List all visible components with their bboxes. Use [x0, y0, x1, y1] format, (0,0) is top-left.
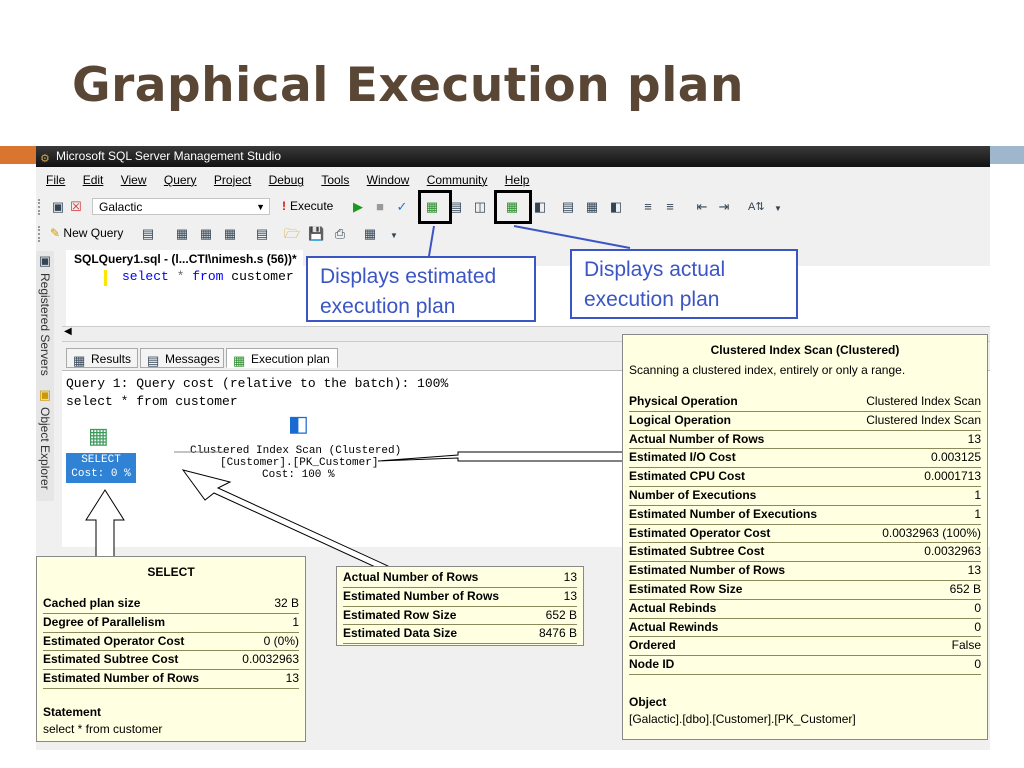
- select-tooltip-statement: select * from customer: [43, 721, 163, 736]
- connector-tooltip-row: Estimated Row Size 652 B: [343, 607, 577, 626]
- actual-callout-line2: execution plan: [584, 288, 720, 311]
- actual-callout-line: [513, 225, 631, 249]
- scan-tooltip-row: Estimated Operator Cost 0.0032963 (100%): [629, 525, 981, 544]
- select-tooltip-arrow: [85, 489, 125, 567]
- scan-tooltip-row: Actual Rebinds 0: [629, 600, 981, 619]
- scan-tooltip-description: Scanning a clustered index, entirely or …: [629, 363, 906, 377]
- scan-tooltip-row: Number of Executions 1: [629, 487, 981, 506]
- scan-tooltip-row: Estimated Number of Rows 13: [629, 562, 981, 581]
- connector-tooltip-row: Actual Number of Rows 13: [343, 569, 577, 588]
- select-tooltip-row: Estimated Operator Cost 0 (0%): [43, 633, 299, 652]
- connector-tooltip: Actual Number of Rows 13 Estimated Number…: [336, 566, 584, 646]
- estimated-callout-line1: Displays estimated: [320, 265, 497, 288]
- scan-tooltip: Clustered Index Scan (Clustered) Scannin…: [622, 334, 988, 740]
- scan-tooltip-row: Logical Operation Clustered Index Scan: [629, 412, 981, 431]
- estimated-plan-callout: Displays estimated execution plan: [306, 256, 536, 322]
- scan-tooltip-row: Estimated I/O Cost 0.003125: [629, 449, 981, 469]
- actual-plan-callout: Displays actual execution plan: [570, 249, 798, 319]
- scan-tooltip-row: Ordered False: [629, 637, 981, 657]
- scan-tooltip-object-heading: Object: [629, 694, 667, 709]
- scan-tooltip-row: Estimated CPU Cost 0.0001713: [629, 468, 981, 487]
- scan-tooltip-row: Estimated Number of Executions 1: [629, 506, 981, 525]
- estimated-callout-line2: execution plan: [320, 295, 456, 318]
- select-tooltip: SELECT Cached plan size 32 B Degree of Pa…: [36, 556, 306, 742]
- actual-callout-line1: Displays actual: [584, 258, 726, 281]
- connector-tooltip-row: Estimated Number of Rows 13: [343, 588, 577, 607]
- scan-tooltip-row: Actual Rewinds 0: [629, 619, 981, 638]
- connector-tooltip-row: Estimated Data Size 8476 B: [343, 625, 577, 645]
- select-tooltip-title: SELECT: [147, 565, 195, 579]
- select-tooltip-row: Cached plan size 32 B: [43, 595, 299, 614]
- scan-tooltip-title: Clustered Index Scan (Clustered): [710, 343, 900, 357]
- scan-tooltip-row: Physical Operation Clustered Index Scan: [629, 393, 981, 412]
- scan-tooltip-arrow: [377, 451, 627, 462]
- scan-tooltip-row: Estimated Subtree Cost 0.0032963: [629, 543, 981, 563]
- scan-tooltip-row: Actual Number of Rows 13: [629, 431, 981, 450]
- select-tooltip-row: Degree of Parallelism 1: [43, 614, 299, 633]
- scan-tooltip-row: Node ID 0: [629, 656, 981, 675]
- select-tooltip-statement-heading: Statement: [43, 704, 102, 719]
- select-tooltip-row: Estimated Number of Rows 13: [43, 670, 299, 689]
- scan-tooltip-object: [Galactic].[dbo].[Customer].[PK_Customer…: [629, 711, 856, 726]
- scan-tooltip-row: Estimated Row Size 652 B: [629, 581, 981, 600]
- select-tooltip-row: Estimated Subtree Cost 0.0032963: [43, 651, 299, 671]
